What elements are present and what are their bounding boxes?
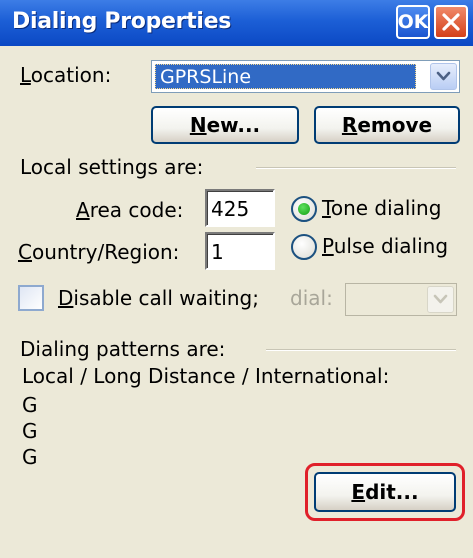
- disable-call-waiting-label[interactable]: Disable call waiting;: [58, 286, 259, 310]
- international-pattern-value: G: [22, 445, 38, 469]
- location-selected-value: GPRSLine: [155, 64, 416, 89]
- disable-call-waiting-checkbox[interactable]: [18, 285, 44, 311]
- close-icon: [442, 13, 460, 31]
- divider: [266, 349, 456, 351]
- edit-button[interactable]: Edit...: [314, 472, 456, 512]
- divider: [256, 167, 456, 169]
- remove-button[interactable]: Remove: [314, 106, 460, 144]
- country-region-value: 1: [211, 240, 224, 264]
- radio-selected-dot: [298, 203, 310, 215]
- dialing-properties-window: Dialing Properties OK Location: GPRSLine…: [0, 0, 473, 558]
- window-title: Dialing Properties: [12, 9, 232, 34]
- country-region-input[interactable]: 1: [205, 232, 275, 270]
- local-settings-heading: Local settings are:: [20, 155, 204, 179]
- location-label: Location:: [20, 63, 112, 87]
- dialing-patterns-columns: Local / Long Distance / International:: [22, 364, 390, 388]
- dialing-patterns-heading: Dialing patterns are:: [20, 337, 226, 361]
- area-code-input[interactable]: 425: [205, 189, 275, 227]
- close-button[interactable]: [434, 5, 468, 39]
- pulse-dialing-label[interactable]: Pulse dialing: [322, 234, 448, 258]
- ok-button[interactable]: OK: [396, 5, 430, 39]
- location-dropdown-button[interactable]: [430, 63, 457, 90]
- area-code-label: Area code:: [76, 198, 184, 222]
- country-region-label: Country/Region:: [18, 240, 180, 264]
- pulse-dialing-radio[interactable]: [291, 234, 317, 260]
- chevron-down-icon: [436, 71, 451, 81]
- title-bar: Dialing Properties OK: [0, 0, 473, 46]
- area-code-value: 425: [211, 197, 250, 221]
- long-distance-pattern-value: G: [22, 419, 38, 443]
- dial-dropdown-button[interactable]: [427, 286, 454, 313]
- chevron-down-icon: [433, 294, 448, 304]
- tone-dialing-label[interactable]: Tone dialing: [322, 196, 441, 220]
- local-pattern-value: G: [22, 393, 38, 417]
- tone-dialing-radio[interactable]: [291, 196, 317, 222]
- location-select[interactable]: GPRSLine: [151, 60, 460, 93]
- dial-label: dial:: [290, 286, 333, 310]
- new-button[interactable]: New...: [151, 106, 299, 144]
- dial-select[interactable]: [345, 283, 457, 316]
